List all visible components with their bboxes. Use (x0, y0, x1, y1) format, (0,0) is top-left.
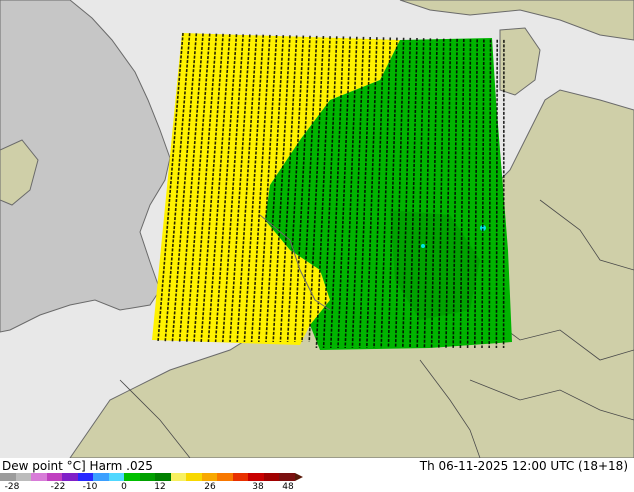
weather-map-viewer: Dew point °C] Harm .025 Th 06-11-2025 12… (0, 0, 634, 490)
dew-point-map[interactable] (0, 0, 634, 458)
color-legend-bar (0, 473, 303, 481)
map-title: Dew point °C] Harm .025 (2, 459, 153, 473)
colorbar-tick-label: 12 (154, 482, 165, 492)
colorbar-tick-label: 0 (121, 482, 127, 492)
colorbar-segment (31, 473, 47, 481)
colorbar-segment (186, 473, 202, 481)
colorbar-segment (62, 473, 78, 481)
colorbar-tick-label: -22 (51, 482, 66, 492)
colorbar-segment (264, 473, 280, 481)
colorbar-segment (109, 473, 125, 481)
colorbar-segment (124, 473, 140, 481)
colorbar-tick-label: 38 (252, 482, 263, 492)
colorbar-segment (78, 473, 94, 481)
colorbar-segment (217, 473, 233, 481)
colorbar-tick-label: -10 (83, 482, 98, 492)
colorbar-segment (233, 473, 249, 481)
map-footer: Dew point °C] Harm .025 Th 06-11-2025 12… (0, 458, 634, 490)
colorbar-segment (140, 473, 156, 481)
colorbar-segment (155, 473, 171, 481)
colorbar-segment (171, 473, 187, 481)
colorbar-segment (16, 473, 32, 481)
colorbar-segment (47, 473, 63, 481)
colorbar-tick-label: 26 (204, 482, 215, 492)
cyan-spot (421, 244, 425, 248)
colorbar-tick-label: 48 (282, 482, 293, 492)
colorbar-segment (279, 473, 295, 481)
colorbar-tick-label: -28 (5, 482, 20, 492)
colorbar-segment (202, 473, 218, 481)
colorbar-segment (248, 473, 264, 481)
colorbar-segment (0, 473, 16, 481)
colorbar-arrow-icon (295, 473, 303, 481)
colorbar-segment (93, 473, 109, 481)
run-timestamp: Th 06-11-2025 12:00 UTC (18+18) (420, 459, 628, 473)
label-column (496, 40, 497, 348)
